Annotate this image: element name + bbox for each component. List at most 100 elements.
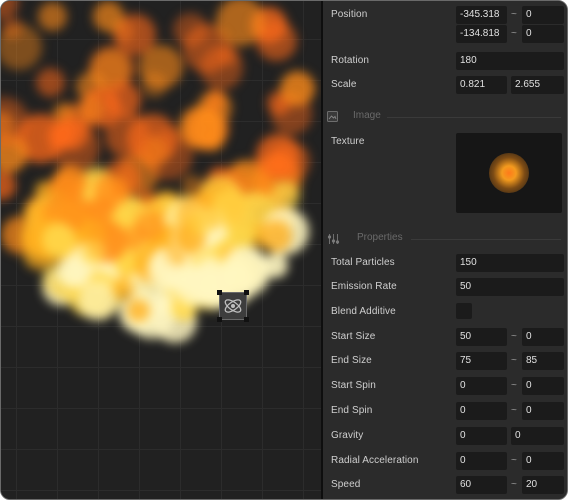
scale-y-field[interactable]: 2.655 <box>511 76 564 94</box>
radial-acceleration-label: Radial Acceleration <box>331 455 419 466</box>
position-x-field[interactable]: -345.318 <box>456 6 507 24</box>
start-size-row: Start Size 50 ~ 0 <box>331 328 564 346</box>
gravity-x-field[interactable]: 0 <box>456 427 507 445</box>
gravity-row: Gravity 0 0 <box>331 427 564 445</box>
particle <box>197 91 232 126</box>
radial-acceleration-field[interactable]: 0 <box>456 452 507 470</box>
start-spin-field[interactable]: 0 <box>456 377 507 395</box>
particle <box>37 2 67 31</box>
end-spin-label: End Spin <box>331 405 373 416</box>
rotation-row: Rotation 180 <box>331 52 564 70</box>
blend-additive-row: Blend Additive <box>331 303 561 321</box>
start-size-field[interactable]: 50 <box>456 328 507 346</box>
radial-acceleration-variance-field[interactable]: 0 <box>522 452 564 470</box>
scale-label: Scale <box>331 79 357 90</box>
atom-icon <box>224 299 242 313</box>
speed-field[interactable]: 60 <box>456 476 507 494</box>
particle <box>259 219 292 253</box>
particle <box>1 24 43 70</box>
position-x-separator: ~ <box>511 9 517 20</box>
particle <box>105 82 141 119</box>
start-spin-separator: ~ <box>511 380 517 391</box>
end-spin-field[interactable]: 0 <box>456 402 507 420</box>
speed-variance-field[interactable]: 20 <box>522 476 564 494</box>
emission-rate-label: Emission Rate <box>331 281 397 292</box>
position-row: Position -345.318 ~ 0 <box>331 6 564 24</box>
speed-label: Speed <box>331 479 361 490</box>
particle <box>1 170 16 200</box>
resize-handle-bottom-right[interactable] <box>244 317 249 322</box>
end-size-separator: ~ <box>511 355 517 366</box>
blend-additive-label: Blend Additive <box>331 306 396 317</box>
particle <box>151 249 178 276</box>
total-particles-row: Total Particles 150 <box>331 254 564 272</box>
texture-preview[interactable] <box>456 133 562 213</box>
position-y-field[interactable]: -134.818 <box>456 25 507 43</box>
start-spin-label: Start Spin <box>331 380 376 391</box>
start-size-variance-field[interactable]: 0 <box>522 328 564 346</box>
rotation-label: Rotation <box>331 55 370 66</box>
particle-editor-window: Position -345.318 ~ 0 -134.818 ~ 0 Rotat… <box>0 0 568 500</box>
end-size-variance-field[interactable]: 85 <box>522 352 564 370</box>
image-icon <box>327 111 338 122</box>
end-size-field[interactable]: 75 <box>456 352 507 370</box>
position-y-variance-field[interactable]: 0 <box>522 25 564 43</box>
image-section-header[interactable]: Image <box>327 110 561 124</box>
sliders-icon <box>327 234 340 244</box>
inspector-panel: Position -345.318 ~ 0 -134.818 ~ 0 Rotat… <box>323 1 567 499</box>
scale-x-field[interactable]: 0.821 <box>456 76 507 94</box>
end-spin-separator: ~ <box>511 405 517 416</box>
resize-handle-bottom-left[interactable] <box>217 317 222 322</box>
particle <box>140 72 167 99</box>
total-particles-field[interactable]: 150 <box>456 254 564 272</box>
speed-separator: ~ <box>511 479 517 490</box>
position-y-row: -134.818 ~ 0 <box>331 25 564 43</box>
particle <box>186 208 215 237</box>
particle <box>222 245 270 293</box>
particle <box>47 122 76 150</box>
properties-section-title: Properties <box>357 232 403 243</box>
emitter-gizmo[interactable] <box>217 290 249 322</box>
particle <box>1 1 19 19</box>
blend-additive-checkbox[interactable] <box>456 303 472 319</box>
scale-row: Scale 0.821 2.655 <box>331 76 564 94</box>
particle <box>36 67 66 97</box>
position-x-variance-field[interactable]: 0 <box>522 6 564 24</box>
position-label: Position <box>331 9 368 20</box>
particle-system-preview <box>1 1 321 499</box>
texture-glow-image <box>489 153 529 193</box>
end-spin-row: End Spin 0 ~ 0 <box>331 402 564 420</box>
end-spin-variance-field[interactable]: 0 <box>522 402 564 420</box>
particle <box>42 223 76 257</box>
particle <box>80 240 106 265</box>
position-y-separator: ~ <box>511 28 517 39</box>
image-section-title: Image <box>353 110 381 121</box>
radial-acceleration-row: Radial Acceleration 0 ~ 0 <box>331 452 564 470</box>
image-section-rule <box>387 117 561 118</box>
emission-rate-row: Emission Rate 50 <box>331 278 564 296</box>
start-spin-variance-field[interactable]: 0 <box>522 377 564 395</box>
emission-rate-field[interactable]: 50 <box>456 278 564 296</box>
end-size-label: End Size <box>331 355 372 366</box>
resize-handle-top-left[interactable] <box>217 290 222 295</box>
particle <box>279 70 316 107</box>
particle <box>199 46 244 90</box>
resize-handle-top-right[interactable] <box>244 290 249 295</box>
particle <box>269 140 311 182</box>
start-size-label: Start Size <box>331 331 376 342</box>
speed-row: Speed 60 ~ 20 <box>331 476 564 494</box>
particle <box>211 189 251 230</box>
gravity-y-field[interactable]: 0 <box>511 427 564 445</box>
start-size-separator: ~ <box>511 331 517 342</box>
scene-canvas[interactable] <box>1 1 321 499</box>
radial-acceleration-separator: ~ <box>511 455 517 466</box>
particle <box>111 277 135 301</box>
end-size-row: End Size 75 ~ 85 <box>331 352 564 370</box>
properties-section-rule <box>411 239 561 240</box>
rotation-field[interactable]: 180 <box>456 52 564 70</box>
properties-section-header[interactable]: Properties <box>327 232 561 246</box>
particle <box>92 1 124 33</box>
start-spin-row: Start Spin 0 ~ 0 <box>331 377 564 395</box>
gravity-label: Gravity <box>331 430 364 441</box>
emitter-node[interactable] <box>219 292 247 320</box>
